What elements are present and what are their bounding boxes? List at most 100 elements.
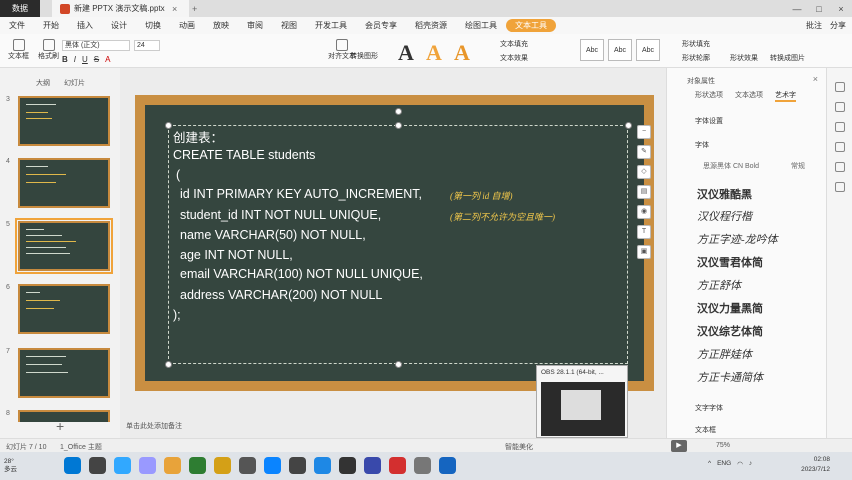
menu-file[interactable]: 文件 bbox=[0, 20, 34, 31]
section-textbox[interactable]: 文本框 bbox=[695, 425, 716, 435]
tab-wordart[interactable]: 艺术字 bbox=[775, 90, 796, 102]
chevron-up-icon[interactable]: ^ bbox=[708, 460, 711, 468]
minimize-button[interactable]: — bbox=[786, 4, 808, 14]
resize-handle[interactable] bbox=[625, 122, 632, 129]
font-sample[interactable]: 汉仪力量黑简 bbox=[697, 300, 763, 316]
resize-handle[interactable] bbox=[165, 361, 172, 368]
code-line[interactable]: student_id INT NOT NULL UNIQUE, bbox=[180, 208, 381, 222]
code-line[interactable]: address VARCHAR(200) NOT NULL bbox=[180, 288, 382, 302]
slide-thumbnail-6[interactable]: 6 bbox=[6, 284, 114, 336]
settings-icon[interactable] bbox=[834, 162, 845, 172]
weather-widget[interactable]: 28° 多云 bbox=[4, 458, 17, 474]
slide-thumbnail-5[interactable]: 5 bbox=[6, 218, 114, 274]
search-icon[interactable] bbox=[89, 457, 106, 474]
font-sample[interactable]: 方正舒体 bbox=[697, 277, 741, 293]
textbox-button[interactable]: 文本框 bbox=[8, 39, 29, 61]
layer-icon[interactable]: ▤ bbox=[637, 185, 651, 199]
italic-icon[interactable]: I bbox=[74, 55, 76, 64]
code-line[interactable]: CREATE TABLE students bbox=[173, 148, 315, 162]
format-painter-button[interactable]: 格式刷 bbox=[38, 39, 59, 61]
edge-icon[interactable] bbox=[264, 457, 281, 474]
tab-shape-options[interactable]: 形状选项 bbox=[695, 90, 723, 102]
tab-outline[interactable]: 大纲 bbox=[36, 78, 50, 88]
obs-icon[interactable] bbox=[339, 457, 356, 474]
wordart-style-1[interactable]: A bbox=[398, 40, 414, 66]
app-icon[interactable] bbox=[314, 457, 331, 474]
text-icon[interactable]: T bbox=[637, 225, 651, 239]
photoshop-icon[interactable] bbox=[114, 457, 131, 474]
new-tab-icon[interactable]: + bbox=[189, 4, 201, 14]
convert-to-image-button[interactable]: 转换成图片 bbox=[770, 53, 805, 63]
font-name-select[interactable]: 黑体 (正文) bbox=[62, 40, 130, 51]
clock[interactable]: 02:08 2023/7/12 bbox=[801, 455, 830, 475]
slide-thumbnail-3[interactable]: 3 bbox=[6, 96, 114, 148]
section-text-font[interactable]: 文字字体 bbox=[695, 403, 723, 413]
slide-thumbnail-4[interactable]: 4 bbox=[6, 158, 114, 210]
play-icon[interactable]: ▶ bbox=[671, 440, 687, 452]
menu-text-tools[interactable]: 文本工具 bbox=[506, 19, 556, 32]
resize-handle[interactable] bbox=[165, 122, 172, 129]
help-icon[interactable] bbox=[834, 182, 845, 192]
slide-heading[interactable]: 创建表： bbox=[173, 127, 223, 146]
code-line[interactable]: name VARCHAR(50) NOT NULL, bbox=[180, 228, 366, 242]
slide-thumbnail-7[interactable]: 7 bbox=[6, 348, 114, 400]
volume-icon[interactable]: ♪ bbox=[749, 460, 752, 468]
start-icon[interactable] bbox=[64, 457, 81, 474]
tab-slides[interactable]: 幻灯片 bbox=[64, 78, 85, 88]
strikethrough-icon[interactable]: S bbox=[94, 55, 99, 64]
share-button[interactable]: 分享 bbox=[830, 20, 846, 31]
code-line[interactable]: ); bbox=[173, 308, 181, 322]
menu-slideshow[interactable]: 放映 bbox=[204, 20, 238, 31]
app-icon[interactable] bbox=[239, 457, 256, 474]
maximize-button[interactable]: □ bbox=[808, 4, 830, 14]
text-effect-button[interactable]: 文本效果 bbox=[500, 53, 528, 63]
font-sample[interactable]: 汉仪雪君体简 bbox=[697, 254, 763, 270]
obs-preview-window[interactable]: OBS 28.1.1 (64-bit, ... bbox=[536, 365, 628, 438]
convert-shape-button[interactable]: 转换图形 bbox=[350, 39, 378, 61]
home-tab[interactable]: 数据 bbox=[0, 0, 40, 17]
wordart-style-2[interactable]: A bbox=[426, 40, 442, 66]
app-icon[interactable] bbox=[414, 457, 431, 474]
wifi-icon[interactable]: ◠ bbox=[737, 460, 743, 468]
menu-animation[interactable]: 动画 bbox=[170, 20, 204, 31]
notes-placeholder[interactable]: 单击此处添加备注 bbox=[126, 421, 182, 431]
shape-style-3[interactable]: Abc bbox=[636, 39, 660, 61]
code-line[interactable]: email VARCHAR(100) NOT NULL UNIQUE, bbox=[180, 267, 423, 281]
close-tab-icon[interactable]: × bbox=[169, 4, 181, 14]
app-icon[interactable] bbox=[189, 457, 206, 474]
minus-icon[interactable]: − bbox=[637, 125, 651, 139]
font-color-icon[interactable]: A bbox=[105, 55, 110, 64]
menu-review[interactable]: 审阅 bbox=[238, 20, 272, 31]
animation-icon[interactable] bbox=[834, 122, 845, 132]
shape-icon[interactable]: ◇ bbox=[637, 165, 651, 179]
app-icon[interactable] bbox=[439, 457, 456, 474]
premiere-icon[interactable] bbox=[139, 457, 156, 474]
menu-transition[interactable]: 切换 bbox=[136, 20, 170, 31]
code-line[interactable]: ( bbox=[176, 168, 180, 182]
smart-beautify-button[interactable]: 智能美化 bbox=[505, 442, 533, 452]
tab-text-options[interactable]: 文本选项 bbox=[735, 90, 763, 102]
menu-insert[interactable]: 插入 bbox=[68, 20, 102, 31]
ai-icon[interactable] bbox=[834, 142, 845, 152]
wps-icon[interactable] bbox=[389, 457, 406, 474]
bold-icon[interactable]: B bbox=[62, 55, 68, 64]
shape-fill-button[interactable]: 形状填充 bbox=[682, 39, 710, 49]
font-sample[interactable]: 汉仪程行楷 bbox=[697, 208, 752, 224]
app-icon[interactable] bbox=[364, 457, 381, 474]
shape-effect-button[interactable]: 形状效果 bbox=[730, 53, 758, 63]
bulb-icon[interactable]: ◉ bbox=[637, 205, 651, 219]
code-line[interactable]: id INT PRIMARY KEY AUTO_INCREMENT, bbox=[180, 187, 422, 201]
pen-icon[interactable]: ✎ bbox=[637, 145, 651, 159]
close-window-button[interactable]: × bbox=[830, 4, 852, 14]
shape-style-2[interactable]: Abc bbox=[608, 39, 632, 61]
wordart-style-3[interactable]: A bbox=[454, 40, 470, 66]
shape-outline-button[interactable]: 形状轮廓 bbox=[682, 53, 710, 63]
comment-button[interactable]: 批注 bbox=[806, 20, 822, 31]
document-tab[interactable]: 新建 PPTX 演示文稿.pptx × bbox=[52, 0, 189, 17]
language-indicator[interactable]: ENG bbox=[717, 460, 731, 468]
resize-handle[interactable] bbox=[395, 122, 402, 129]
select-icon[interactable] bbox=[834, 82, 845, 92]
shape-style-1[interactable]: Abc bbox=[580, 39, 604, 61]
font-sample[interactable]: 汉仪雅酷黑 bbox=[697, 186, 752, 202]
menu-member[interactable]: 会员专享 bbox=[356, 20, 406, 31]
